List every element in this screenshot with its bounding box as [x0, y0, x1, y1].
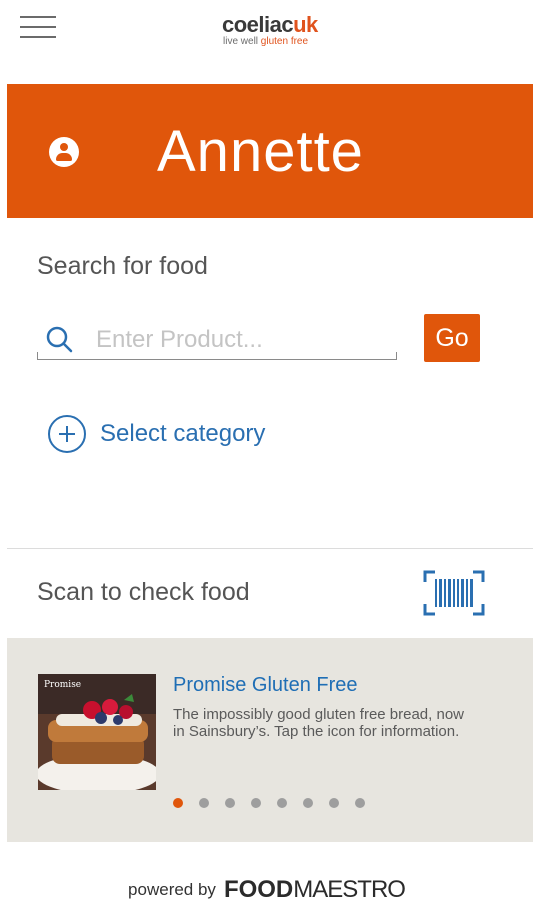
plus-circle-icon: [48, 415, 86, 453]
promo-brand-mark: Promise: [44, 680, 82, 690]
scan-section-title: Scan to check food: [37, 578, 250, 606]
search-section-title: Search for food: [37, 252, 208, 280]
powered-by-label: powered by: [128, 880, 216, 899]
go-button[interactable]: Go: [424, 314, 480, 362]
search-icon: [46, 326, 73, 353]
user-icon[interactable]: [49, 137, 79, 167]
carousel-dot[interactable]: [199, 798, 209, 808]
carousel-dot[interactable]: [173, 798, 183, 808]
carousel-dots: [173, 798, 381, 810]
user-name: Annette: [157, 119, 364, 184]
select-category-button[interactable]: Select category: [48, 413, 265, 455]
carousel-dot[interactable]: [225, 798, 235, 808]
search-input[interactable]: [94, 322, 388, 358]
top-bar: coeliacuk live well gluten free: [0, 0, 533, 84]
carousel-dot[interactable]: [355, 798, 365, 808]
divider: [7, 548, 533, 549]
select-category-label: Select category: [100, 420, 266, 447]
menu-icon[interactable]: [20, 14, 56, 38]
profile-banner: Annette: [7, 84, 533, 218]
carousel-dot[interactable]: [277, 798, 287, 808]
coeliac-uk-logo: coeliacuk live well gluten free: [222, 12, 318, 48]
footer: powered by FOODMAESTRO: [0, 876, 533, 904]
foodmaestro-logo: FOODMAESTRO: [223, 876, 406, 903]
promo-title[interactable]: Promise Gluten Free: [173, 674, 358, 697]
search-field: [37, 320, 397, 362]
barcode-scan-icon[interactable]: [423, 570, 485, 616]
promo-carousel[interactable]: Promise Promise Gluten Free The impossib…: [7, 638, 533, 842]
promo-product-image[interactable]: Promise: [38, 674, 156, 790]
carousel-dot[interactable]: [303, 798, 313, 808]
carousel-dot[interactable]: [251, 798, 261, 808]
carousel-dot[interactable]: [329, 798, 339, 808]
promo-description: The impossibly good gluten free bread, n…: [173, 706, 465, 740]
